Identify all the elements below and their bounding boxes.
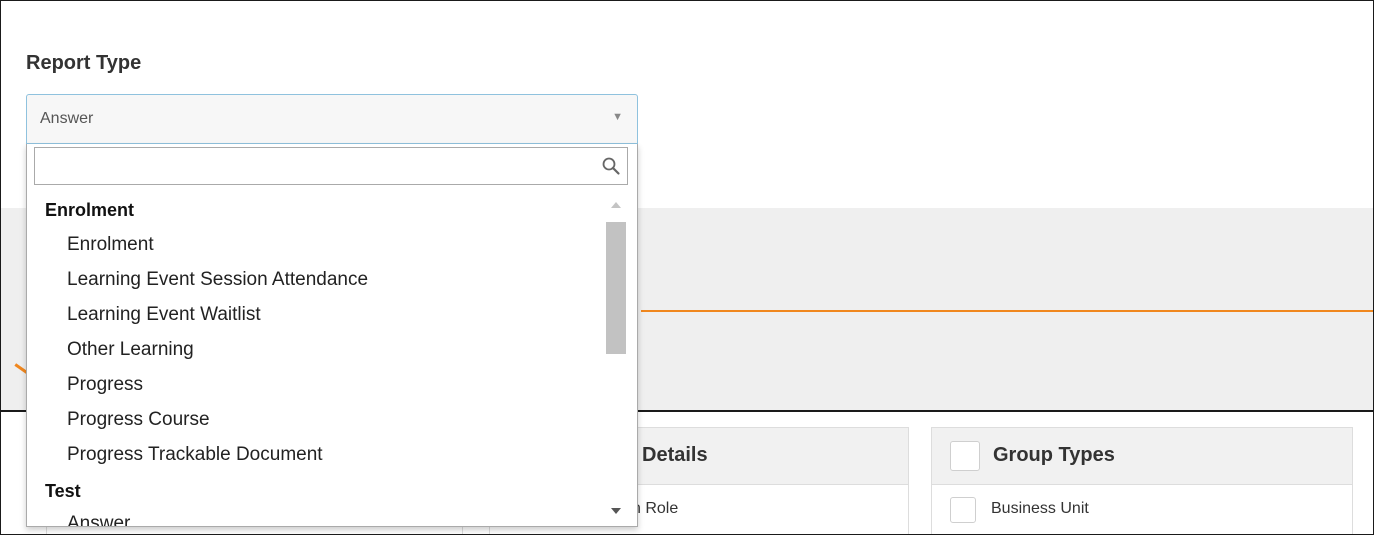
group-types-select-all-checkbox[interactable]	[950, 441, 980, 471]
dropdown-search-field	[34, 147, 628, 185]
option-group-label: Test	[45, 481, 81, 501]
scrollbar-thumb[interactable]	[606, 222, 626, 354]
caret-down-icon: ▼	[612, 111, 623, 123]
report-type-selected-value: Answer	[40, 110, 94, 127]
dropdown-scrollbar[interactable]	[603, 196, 629, 526]
option-item[interactable]: Enrolment	[67, 234, 154, 256]
option-item[interactable]: Progress Course	[67, 409, 210, 431]
option-group-label: Enrolment	[45, 200, 135, 220]
group-types-title: Group Types	[993, 444, 1115, 466]
option-item[interactable]: Other Learning	[67, 339, 194, 361]
report-type-dropdown: Enrolment Enrolment Learning Event Sessi…	[26, 144, 638, 527]
dropdown-options: Enrolment Enrolment Learning Event Sessi…	[27, 196, 603, 526]
group-types-header: Group Types	[932, 428, 1352, 485]
business-unit-checkbox[interactable]	[950, 497, 976, 523]
report-type-label: Report Type	[26, 52, 142, 74]
business-unit-label: Business Unit	[991, 500, 1089, 517]
option-item[interactable]: Progress Trackable Document	[67, 444, 323, 466]
details-title: Details	[642, 444, 708, 466]
page: Report Type Details n Role Group Types B…	[0, 0, 1374, 535]
scroll-up-arrow-icon[interactable]	[611, 202, 621, 208]
details-row-label: n Role	[632, 500, 679, 517]
dropdown-search-input[interactable]	[35, 148, 601, 182]
option-item[interactable]: Learning Event Session Attendance	[67, 269, 368, 291]
scroll-down-arrow-icon[interactable]	[611, 508, 621, 514]
report-type-select[interactable]: Answer ▼	[26, 94, 638, 144]
group-types-panel: Group Types Business Unit	[931, 427, 1353, 534]
option-item[interactable]: Answer	[67, 513, 130, 526]
accent-line	[641, 310, 1373, 312]
option-item[interactable]: Progress	[67, 374, 143, 396]
option-item[interactable]: Learning Event Waitlist	[67, 304, 261, 326]
search-icon	[602, 157, 620, 175]
